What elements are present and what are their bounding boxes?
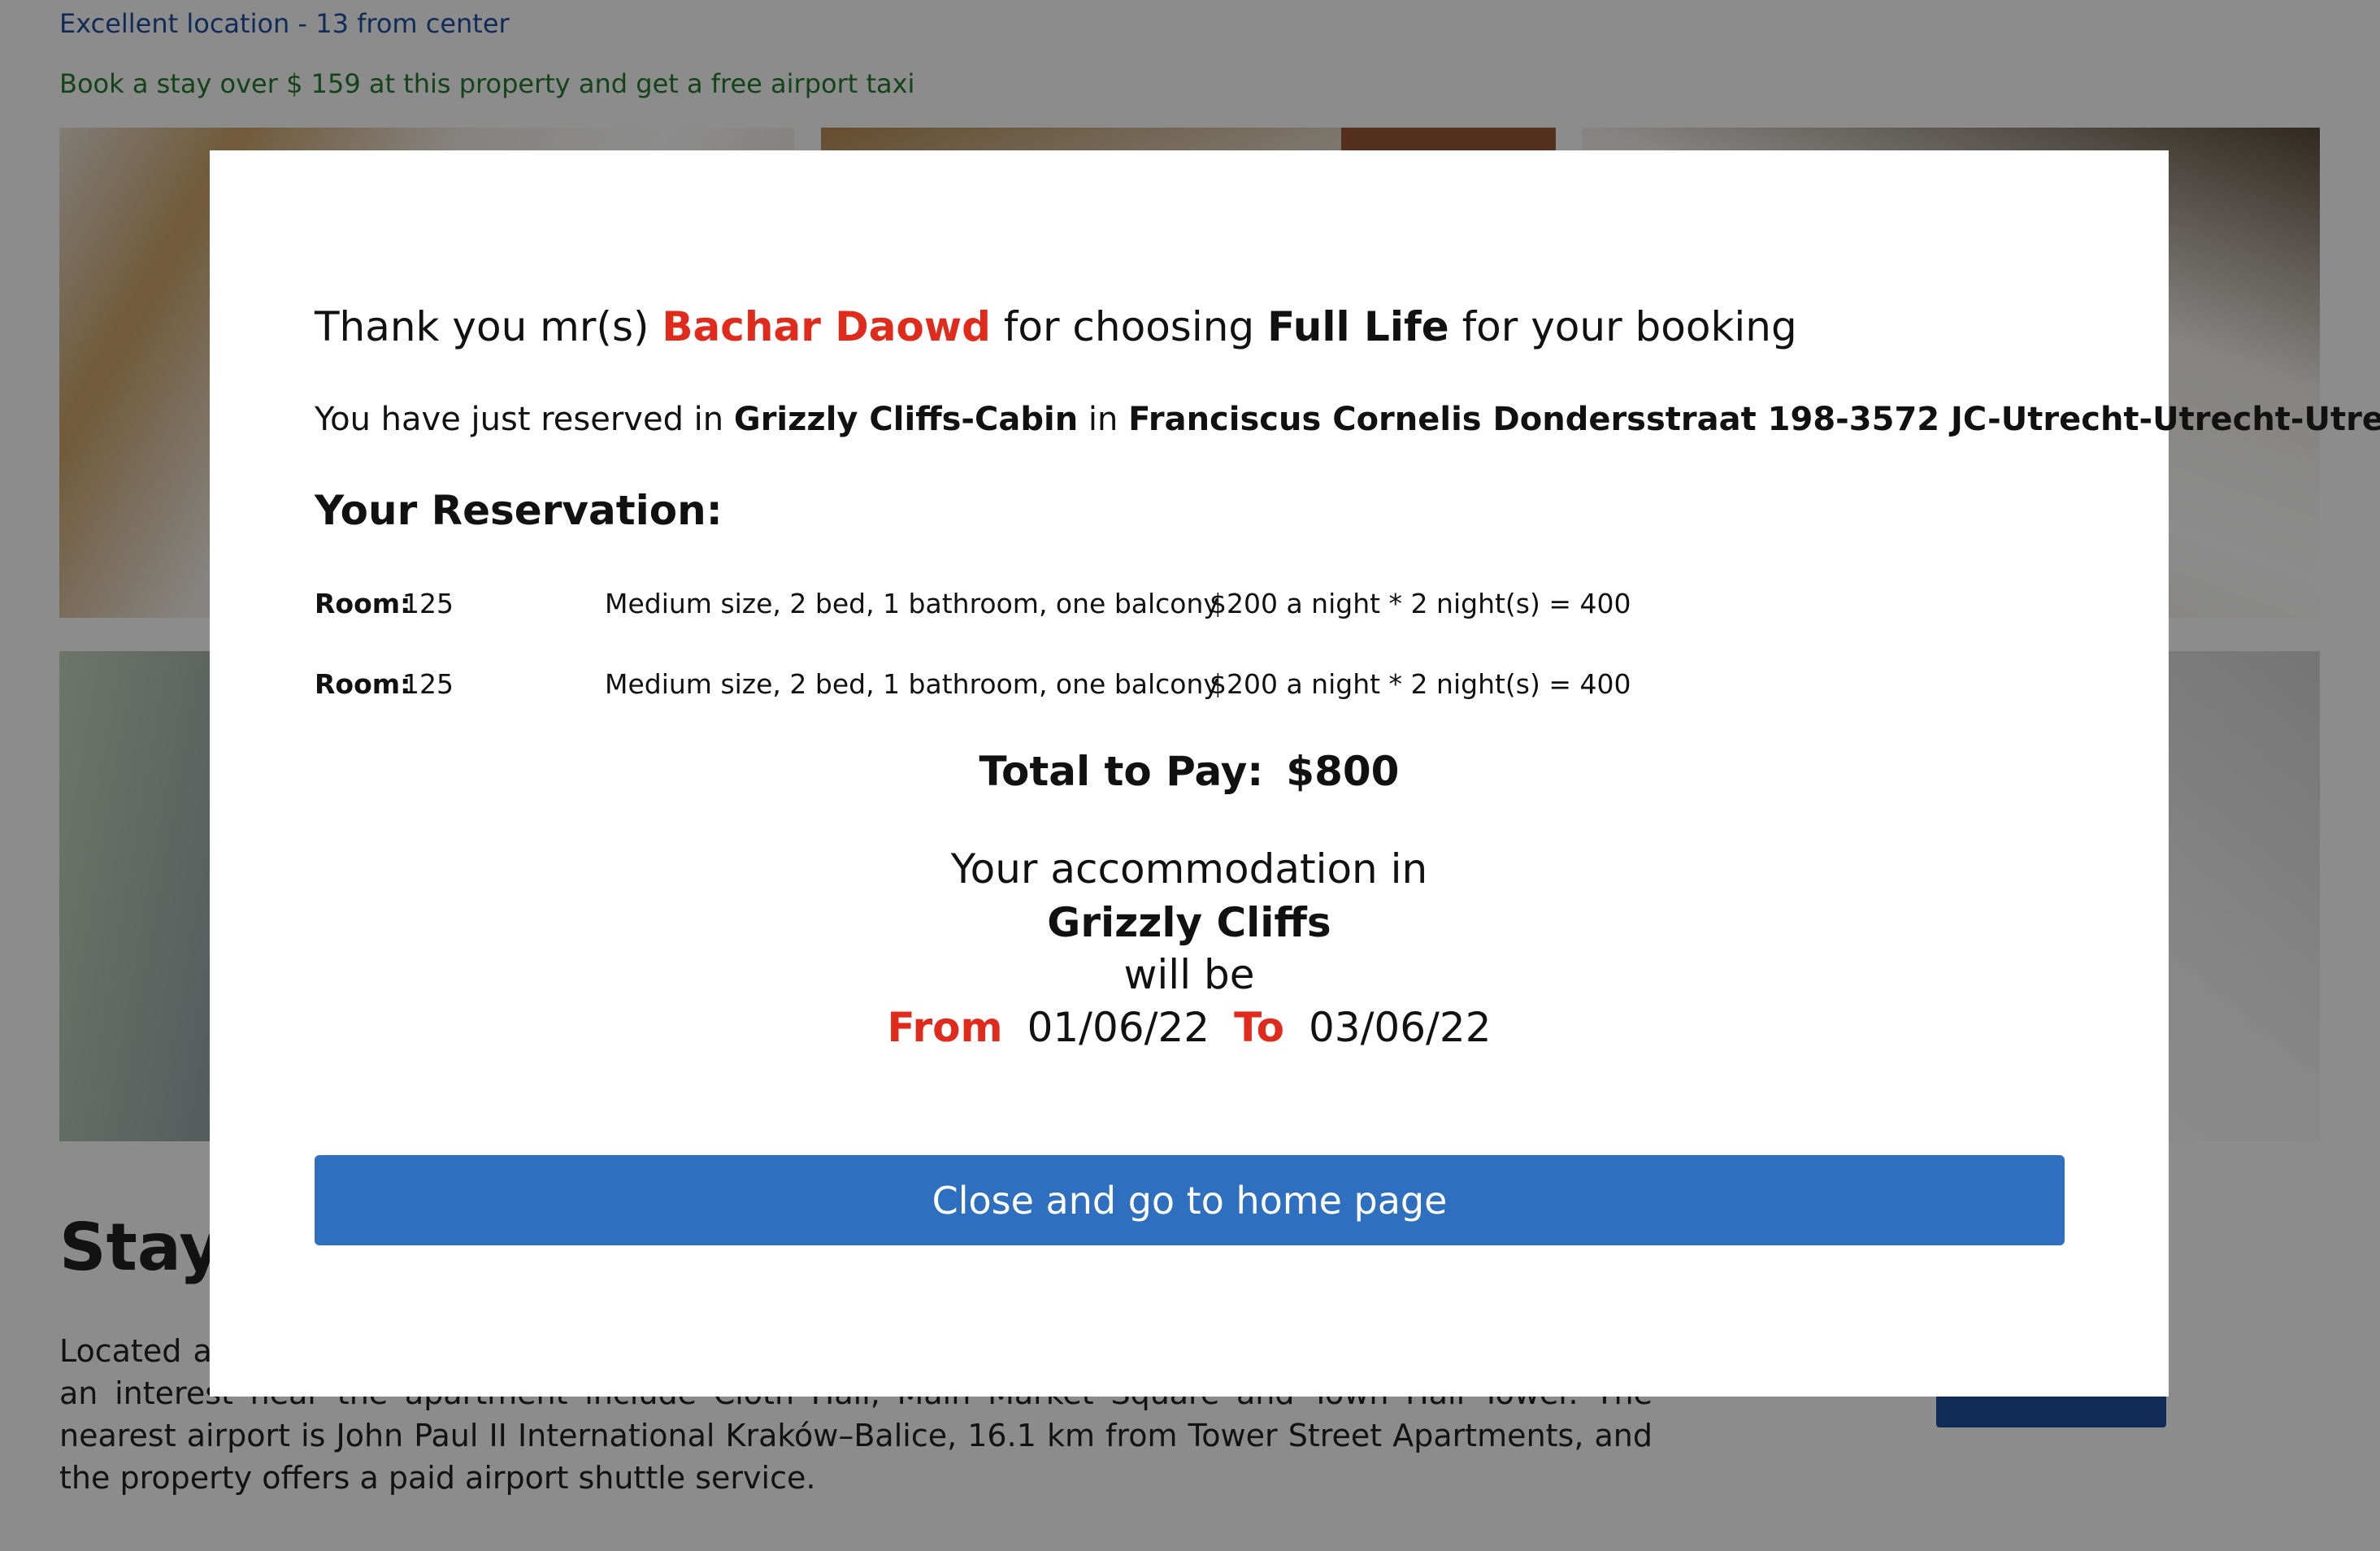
booking-confirmation-modal: Thank you mr(s) Bachar Daowd for choosin… [210,150,2380,1397]
accommodation-line: Your accommodation in [950,845,1428,893]
total-label: Total to Pay: [979,748,1264,795]
thanks-suffix: for your booking [1461,303,1797,350]
company-name: Full Life [1267,303,1449,350]
will-be-text: will be [1123,951,1255,998]
guest-name: Bachar Daowd [662,303,991,350]
to-date: 03/06/22 [1308,1004,1492,1051]
accommodation-name: Grizzly Cliffs [1047,899,1331,946]
thanks-middle: for choosing [1003,303,1255,350]
room-label: Room: [315,588,411,619]
room-number: 125 [402,668,454,700]
reserved-prefix: You have just reserved in [315,401,724,438]
from-date: 01/06/22 [1027,1004,1210,1051]
room-price: $200 a night * 2 night(s) = 400 [1210,588,1631,619]
thanks-prefix: Thank you mr(s) [315,303,649,350]
room-description: Medium size, 2 bed, 1 bathroom, one balc… [605,668,1219,700]
property-name: Grizzly Cliffs-Cabin [733,401,1079,438]
room-label: Room: [315,668,411,700]
total-amount: $800 [1286,748,1400,795]
reservation-title: Your Reservation: [315,487,723,534]
stay-dates: From 01/06/22 To 03/06/22 [210,1004,2169,1051]
to-label: To [1234,1004,1284,1051]
close-and-home-button[interactable]: Close and go to home page [315,1155,2065,1245]
thank-you-message: Thank you mr(s) Bachar Daowd for choosin… [315,303,1797,350]
room-number: 125 [402,588,454,619]
reserved-in: in [1088,401,1118,438]
property-address: Franciscus Cornelis Dondersstraat 198-35… [1128,401,2380,438]
total-to-pay: Total to Pay: $800 [210,748,2169,795]
reservation-location: You have just reserved in Grizzly Cliffs… [315,401,2380,438]
room-price: $200 a night * 2 night(s) = 400 [1210,668,1631,700]
room-description: Medium size, 2 bed, 1 bathroom, one balc… [605,588,1219,619]
from-label: From [887,1004,1003,1051]
